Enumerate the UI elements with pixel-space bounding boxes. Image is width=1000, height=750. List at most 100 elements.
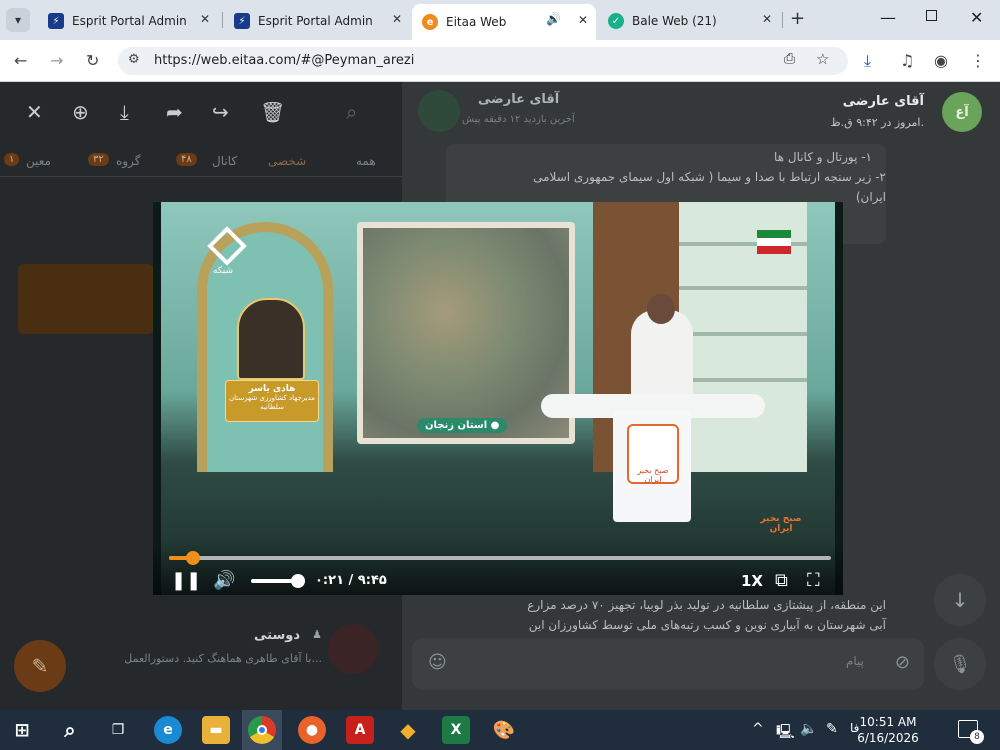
video-player[interactable]: شبکه هادی یاسر مدیرجهاد کشاورزی شهرستان … bbox=[153, 202, 843, 595]
volume-icon[interactable]: 🔊 bbox=[213, 570, 235, 591]
map-label: استان زنجان ● bbox=[417, 418, 508, 433]
message-line: ۲- زیر سنجه ارتباط با صدا و سیما ( شبکه … bbox=[533, 170, 886, 184]
tab-title: Bale Web (21) bbox=[632, 14, 717, 28]
speaker-icon[interactable]: 🔈 bbox=[800, 721, 817, 737]
reload-icon[interactable]: ↻ bbox=[86, 51, 99, 70]
chrome-icon[interactable] bbox=[248, 716, 276, 744]
logo-mark bbox=[207, 226, 247, 266]
close-icon[interactable]: ✕ bbox=[578, 13, 588, 27]
tab-bale[interactable]: ✓ Bale Web (21) ✕ bbox=[598, 6, 780, 36]
tab-title: Eitaa Web bbox=[446, 15, 507, 29]
close-icon[interactable]: ✕ bbox=[762, 12, 772, 26]
filter-group[interactable]: گروه bbox=[116, 154, 140, 168]
network-icon[interactable]: 🖳 bbox=[776, 721, 795, 745]
notification-count: 8 bbox=[970, 730, 984, 744]
share-icon[interactable]: ↪ bbox=[212, 100, 229, 124]
guest-name: هادی یاسر bbox=[248, 384, 296, 394]
close-viewer-icon[interactable]: ✕ bbox=[26, 100, 43, 124]
minimize-icon[interactable]: — bbox=[880, 8, 896, 27]
media-control-icon[interactable]: ♫ bbox=[900, 51, 914, 70]
compose-button[interactable]: ✎ bbox=[14, 640, 66, 692]
tray-chevron-icon[interactable]: ^ bbox=[752, 721, 764, 737]
channel-logo: شبکه bbox=[205, 226, 251, 276]
new-tab-button[interactable]: + bbox=[790, 8, 805, 29]
forward-icon[interactable]: → bbox=[50, 51, 63, 70]
back-icon[interactable]: ← bbox=[14, 51, 27, 70]
window-close-icon[interactable]: ✕ bbox=[970, 8, 983, 27]
esprit-icon: ⚡ bbox=[48, 13, 64, 29]
pdf-reader-icon[interactable]: A bbox=[346, 716, 374, 744]
windows-taskbar: ⊞ ⌕ ❐ e ▬ ● A ◆ X 🎨 ^ 🖳 🔈 ✎ فا 10:51 AM … bbox=[0, 710, 1000, 750]
chat-name: دوستی bbox=[254, 628, 300, 643]
close-icon[interactable]: ✕ bbox=[392, 12, 402, 26]
presenter-head bbox=[647, 294, 675, 324]
filter-channel[interactable]: کانال bbox=[212, 154, 237, 168]
filter-group-badge: ۳۲ bbox=[88, 153, 109, 166]
contact-avatar: آع bbox=[942, 92, 982, 132]
time-separator: / bbox=[348, 573, 354, 588]
pen-icon[interactable]: ✎ bbox=[826, 721, 838, 737]
filter-personal[interactable]: شخصی bbox=[268, 154, 306, 168]
restore-icon[interactable] bbox=[926, 10, 937, 21]
app-diamond-icon[interactable]: ◆ bbox=[394, 716, 422, 744]
address-bar-row: ← → ↻ ⚙ https://web.eitaa.com/#@Peyman_a… bbox=[0, 40, 1000, 82]
download-icon[interactable]: ⤓ bbox=[864, 51, 871, 71]
contact-header[interactable]: آع آقای عارضی امروز در ۹:۴۲ ق.ظ. bbox=[810, 88, 1000, 138]
eitaa-icon: e bbox=[422, 14, 438, 30]
volume-slider[interactable] bbox=[251, 574, 305, 588]
voice-button[interactable]: 🎙 bbox=[934, 638, 986, 690]
pause-icon[interactable]: ❚❚ bbox=[171, 570, 201, 591]
url-field[interactable]: ⚙ https://web.eitaa.com/#@Peyman_arezi ⎙… bbox=[118, 47, 848, 75]
profile-icon[interactable]: ◉ bbox=[934, 51, 948, 70]
chat-item-dousti[interactable]: دوستی ♟ با آقای طاهری هماهنگ کنید. دستور… bbox=[20, 618, 390, 678]
clock[interactable]: 10:51 AM 6/16/2026 bbox=[852, 714, 924, 746]
search-icon[interactable]: ⌕ bbox=[346, 100, 357, 124]
tab-search-button[interactable]: ▾ bbox=[6, 8, 30, 32]
progress-bar[interactable] bbox=[169, 551, 831, 565]
avatar bbox=[418, 90, 460, 132]
install-app-icon[interactable]: ⎙ bbox=[784, 51, 795, 67]
pip-icon[interactable]: ⧉ bbox=[775, 570, 788, 591]
speaker-icon[interactable]: 🔊 bbox=[546, 12, 561, 26]
edge-icon[interactable]: e bbox=[154, 716, 182, 744]
message-line: آبی شهرستان به آبیاری نوین و کسب رتبه‌ها… bbox=[528, 618, 886, 632]
clock-date: 6/16/2026 bbox=[857, 731, 919, 745]
scroll-down-button[interactable]: ↓ bbox=[934, 574, 986, 626]
avatar bbox=[328, 624, 378, 674]
filter-all[interactable]: همه bbox=[356, 154, 376, 168]
download-media-icon[interactable]: ⤓ bbox=[120, 100, 129, 124]
message-line: این منطقه، از پیشتازی سلطانیه در تولید ب… bbox=[527, 598, 886, 612]
chrome-center bbox=[257, 725, 267, 735]
attach-icon[interactable]: ⊘ bbox=[895, 652, 910, 673]
firefox-icon[interactable]: ● bbox=[298, 716, 326, 744]
paint-icon[interactable]: 🎨 bbox=[490, 716, 518, 744]
tab-eitaa[interactable]: e Eitaa Web 🔊 ✕ bbox=[412, 4, 596, 40]
speed-button[interactable]: 1X bbox=[741, 572, 763, 590]
bookmark-star-icon[interactable]: ☆ bbox=[816, 50, 829, 68]
last-seen-dim: آخرین بازدید ۱۲ دقیقه پیش bbox=[462, 114, 575, 125]
fullscreen-icon[interactable]: ⛶ bbox=[807, 570, 820, 591]
excel-icon[interactable]: X bbox=[442, 716, 470, 744]
chat-item-selected[interactable] bbox=[18, 264, 154, 334]
tab-esprit-1[interactable]: ⚡ Esprit Portal Admin ✕ bbox=[38, 6, 218, 36]
filter-channel-badge: ۴۸ bbox=[176, 153, 197, 166]
file-explorer-icon[interactable]: ▬ bbox=[202, 716, 230, 744]
task-view-icon[interactable]: ❐ bbox=[104, 716, 132, 744]
forward-icon[interactable]: ➦ bbox=[166, 100, 183, 124]
windows-start-icon[interactable]: ⊞ bbox=[8, 716, 36, 744]
delete-icon[interactable]: 🗑 bbox=[260, 100, 285, 124]
message-input[interactable]: ☺ پیام ⊘ bbox=[412, 638, 924, 690]
progress-handle[interactable] bbox=[185, 551, 200, 565]
menu-icon[interactable]: ⋮ bbox=[970, 51, 986, 70]
tab-esprit-2[interactable]: ⚡ Esprit Portal Admin ✕ bbox=[224, 6, 410, 36]
emoji-icon[interactable]: ☺ bbox=[428, 652, 447, 673]
filter-moein-badge: ۱ bbox=[4, 153, 20, 166]
filter-moein[interactable]: معین bbox=[26, 154, 51, 168]
time-current: ۰:۲۱ bbox=[315, 573, 345, 588]
volume-handle[interactable] bbox=[290, 574, 305, 588]
close-icon[interactable]: ✕ bbox=[200, 12, 210, 26]
search-icon[interactable]: ⌕ bbox=[56, 716, 84, 744]
zoom-in-icon[interactable]: ⊕ bbox=[72, 100, 89, 124]
chat-filter-tabs: همه شخصی کانال ۴۸ گروه ۳۲ معین ۱ bbox=[0, 148, 402, 174]
site-info-icon[interactable]: ⚙ bbox=[128, 52, 140, 67]
